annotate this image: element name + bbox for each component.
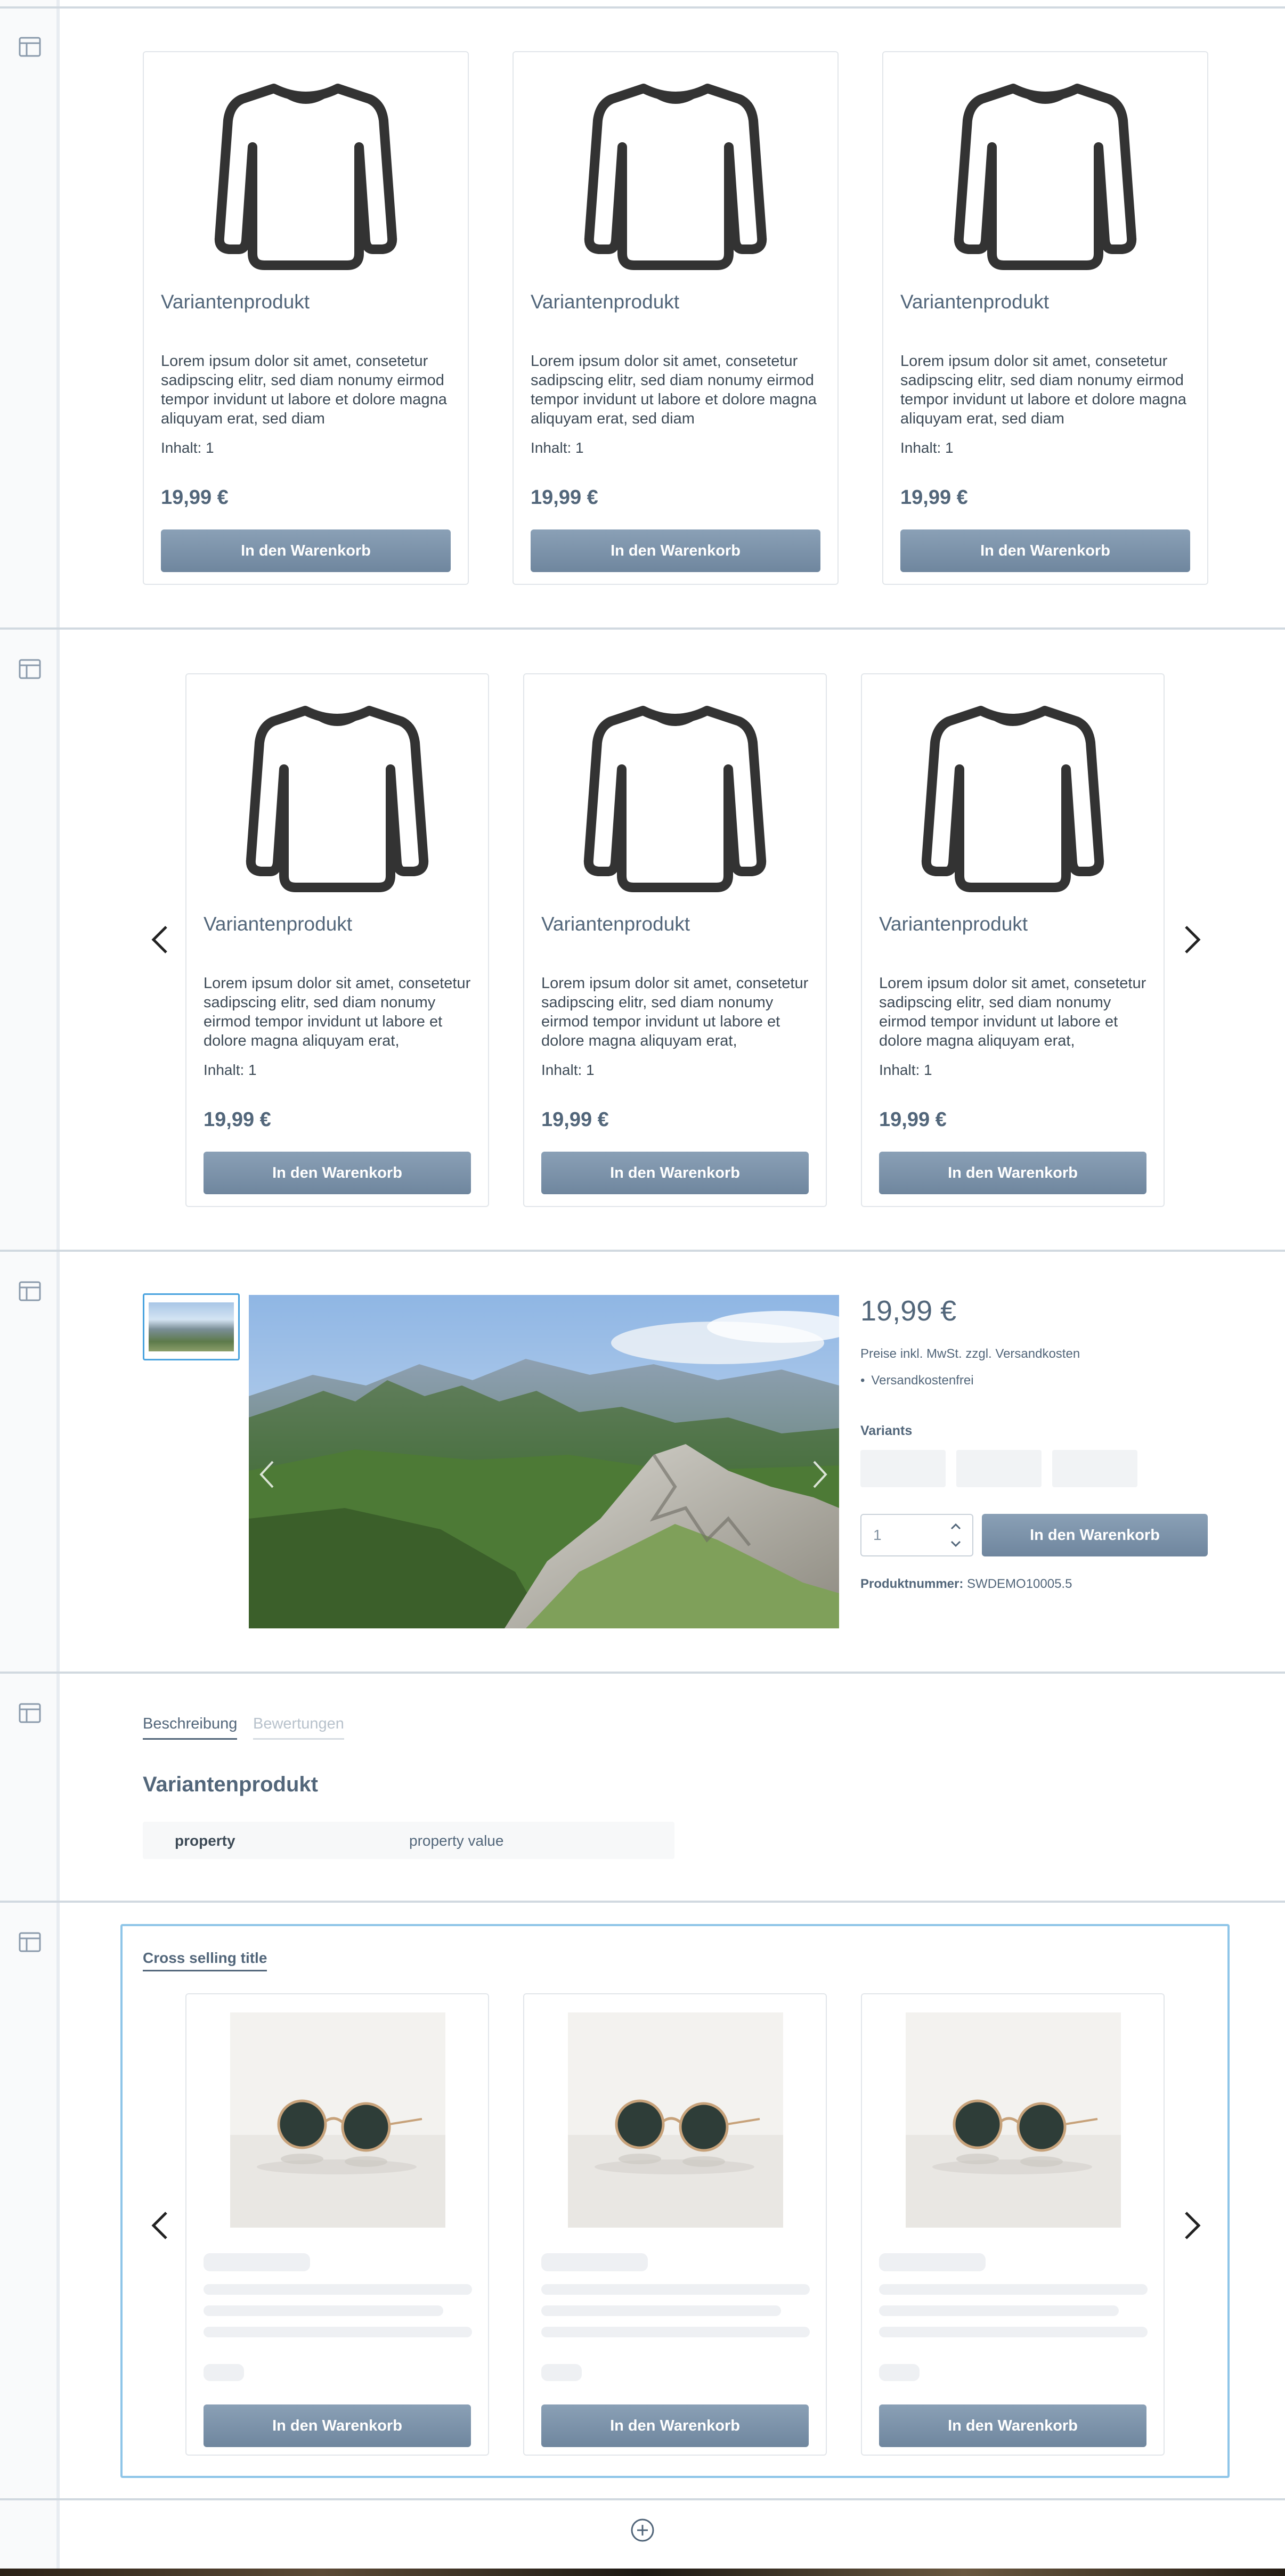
shirt-icon (949, 78, 1141, 275)
add-to-cart-button[interactable]: In den Warenkorb (531, 529, 820, 572)
product-card[interactable]: Variantenprodukt Lorem ipsum dolor sit a… (882, 51, 1208, 585)
add-to-cart-button[interactable]: In den Warenkorb (204, 1152, 471, 1194)
background-image-strip (0, 2569, 1285, 2576)
add-to-cart-button[interactable]: In den Warenkorb (161, 529, 451, 572)
product-description: Lorem ipsum dolor sit amet, consetetur s… (204, 975, 471, 1049)
tab-description[interactable]: Beschreibung (143, 1715, 238, 1740)
property-value: property value (409, 1832, 504, 1849)
gallery-thumbnail[interactable] (143, 1293, 240, 1360)
product-name[interactable]: Variantenprodukt (204, 913, 471, 935)
add-to-cart-button[interactable]: In den Warenkorb (541, 1152, 809, 1194)
product-number: Produktnummer: SWDEMO10005.5 (860, 1577, 1072, 1592)
product-content: Inhalt: 1 (541, 1062, 595, 1078)
layout-icon[interactable] (18, 658, 42, 680)
description-title: Variantenprodukt (143, 1773, 318, 1796)
product-content: Inhalt: 1 (161, 439, 214, 456)
product-price: 19,99 € (531, 486, 598, 509)
plus-circle-icon[interactable] (630, 2517, 655, 2543)
section-divider (0, 1250, 1285, 1252)
product-price: 19,99 € (161, 486, 229, 509)
add-to-cart-button[interactable]: In den Warenkorb (879, 1152, 1146, 1194)
product-description: Lorem ipsum dolor sit amet, consetetur s… (879, 975, 1146, 1049)
add-to-cart-button[interactable]: In den Warenkorb (879, 2404, 1146, 2447)
layout-icon[interactable] (18, 1281, 42, 1302)
product-price: 19,99 € (204, 1108, 271, 1131)
shipping-info: Versandkostenfrei (860, 1373, 973, 1388)
gallery-image[interactable] (249, 1295, 839, 1628)
product-description: Lorem ipsum dolor sit amet, consetetur s… (541, 975, 809, 1049)
product-name[interactable]: Variantenprodukt (161, 291, 451, 313)
cross-selling-title[interactable]: Cross selling title (143, 1950, 267, 1971)
product-name[interactable]: Variantenprodukt (879, 913, 1146, 935)
chevron-up-icon[interactable] (950, 1522, 962, 1531)
property-row: property property value (143, 1822, 674, 1859)
product-content: Inhalt: 1 (900, 439, 954, 456)
shirt-icon (241, 700, 433, 897)
product-description: Lorem ipsum dolor sit amet, consetetur s… (900, 353, 1186, 427)
section-divider (0, 6, 1285, 9)
product-card[interactable]: Variantenprodukt Lorem ipsum dolor sit a… (143, 51, 469, 585)
chevron-right-icon[interactable] (1182, 2210, 1203, 2241)
buy-box-price: 19,99 € (860, 1295, 957, 1327)
product-card[interactable]: Variantenprodukt Lorem ipsum dolor sit a… (523, 673, 827, 1207)
chevron-right-icon[interactable] (1182, 924, 1203, 956)
product-description: Lorem ipsum dolor sit amet, consetetur s… (531, 353, 817, 427)
shirt-icon (917, 700, 1109, 897)
add-to-cart-button[interactable]: In den Warenkorb (541, 2404, 809, 2447)
tab-reviews[interactable]: Bewertungen (253, 1715, 344, 1740)
product-price: 19,99 € (900, 486, 968, 509)
section-divider (0, 1672, 1285, 1674)
product-image (568, 2012, 783, 2228)
layout-icon[interactable] (18, 36, 42, 58)
product-description: Lorem ipsum dolor sit amet, consetetur s… (161, 353, 447, 427)
section-divider (0, 1901, 1285, 1903)
variants-label: Variants (860, 1423, 913, 1438)
product-card[interactable]: Variantenprodukt Lorem ipsum dolor sit a… (513, 51, 839, 585)
shirt-icon (580, 78, 771, 275)
product-price: 19,99 € (879, 1108, 947, 1131)
product-content: Inhalt: 1 (879, 1062, 932, 1078)
cross-selling-card[interactable]: In den Warenkorb (523, 1993, 827, 2456)
add-to-cart-button[interactable]: In den Warenkorb (204, 2404, 471, 2447)
product-image (906, 2012, 1121, 2228)
chevron-right-icon[interactable] (812, 1460, 828, 1489)
cross-selling-card[interactable]: In den Warenkorb (185, 1993, 489, 2456)
product-card[interactable]: Variantenprodukt Lorem ipsum dolor sit a… (861, 673, 1165, 1207)
chevron-left-icon[interactable] (149, 924, 170, 956)
add-to-cart-button[interactable]: In den Warenkorb (900, 529, 1190, 572)
product-name[interactable]: Variantenprodukt (541, 913, 809, 935)
layout-icon[interactable] (18, 1931, 42, 1953)
layout-icon[interactable] (18, 1702, 42, 1724)
product-image (230, 2012, 445, 2228)
quantity-value[interactable]: 1 (873, 1527, 882, 1544)
quantity-stepper[interactable]: 1 (860, 1514, 973, 1556)
product-card[interactable]: Variantenprodukt Lorem ipsum dolor sit a… (185, 673, 489, 1207)
product-content: Inhalt: 1 (531, 439, 584, 456)
section-divider (0, 627, 1285, 630)
property-key: property (175, 1832, 235, 1849)
product-price: 19,99 € (541, 1108, 609, 1131)
product-name[interactable]: Variantenprodukt (531, 291, 820, 313)
product-content: Inhalt: 1 (204, 1062, 257, 1078)
shirt-icon (579, 700, 771, 897)
variant-option[interactable] (1052, 1450, 1137, 1487)
product-name[interactable]: Variantenprodukt (900, 291, 1190, 313)
chevron-left-icon[interactable] (149, 2210, 170, 2241)
sku-label: Produktnummer: (860, 1577, 964, 1591)
section-divider (0, 2498, 1285, 2500)
cross-selling-card[interactable]: In den Warenkorb (861, 1993, 1165, 2456)
sku-value: SWDEMO10005.5 (967, 1577, 1072, 1591)
chevron-left-icon[interactable] (259, 1460, 275, 1489)
add-to-cart-button[interactable]: In den Warenkorb (982, 1514, 1208, 1556)
variant-option[interactable] (860, 1450, 946, 1487)
chevron-down-icon[interactable] (950, 1539, 962, 1548)
shirt-icon (210, 78, 402, 275)
tax-note: Preise inkl. MwSt. zzgl. Versandkosten (860, 1347, 1080, 1361)
variant-option[interactable] (956, 1450, 1042, 1487)
